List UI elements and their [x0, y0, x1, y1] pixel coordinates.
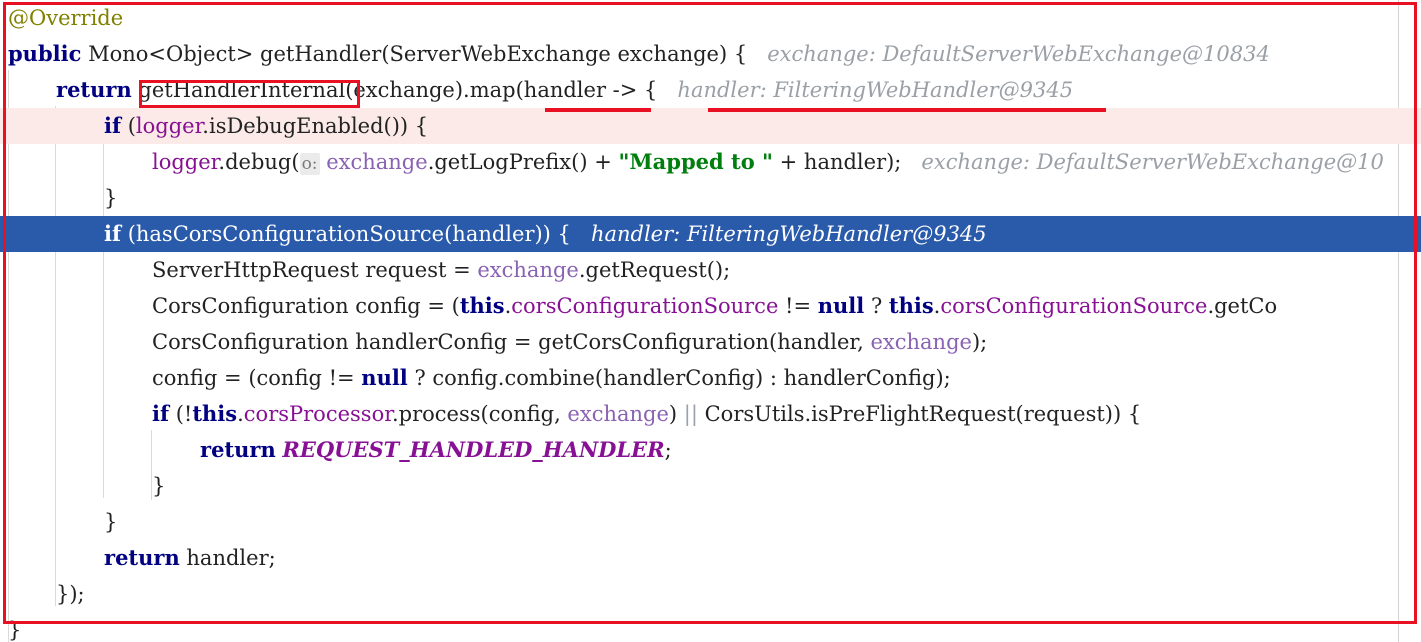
- token-plain: Mono<Object> getHandler(ServerWebExchang…: [81, 42, 748, 66]
- line-serverhttprequest[interactable]: ServerHttpRequest request = exchange.get…: [0, 252, 1421, 288]
- token-hint: handler: FilteringWebHandler@9345: [657, 78, 1074, 102]
- token-kw: null: [361, 365, 408, 390]
- token-hint: exchange: DefaultServerWebExchange@10: [901, 150, 1384, 174]
- token-plain: }: [152, 474, 166, 498]
- token-param: exchange: [567, 402, 669, 426]
- token-plain: getHandlerInternal(exchange).map(handler…: [131, 78, 658, 102]
- code-line-text: @Override: [0, 0, 123, 36]
- token-field: corsProcessor: [243, 402, 392, 426]
- token-plain: .isDebugEnabled()) {: [202, 114, 429, 138]
- token-param: exchange: [870, 330, 972, 354]
- line-corsconfiguration-handlerconfig[interactable]: CorsConfiguration handlerConfig = getCor…: [0, 324, 1421, 360]
- code-line-text: });: [0, 576, 85, 612]
- token-hint-green: handler: FilteringWebHandler@9345: [570, 222, 987, 246]
- line-if-corsprocessor[interactable]: if (!this.corsProcessor.process(config, …: [0, 396, 1421, 432]
- code-line-text: CorsConfiguration config = (this.corsCon…: [0, 288, 1277, 324]
- line-close-if-debug[interactable]: }: [0, 180, 1421, 216]
- token-kw: if: [152, 401, 170, 426]
- token-plain: ServerHttpRequest request =: [152, 258, 478, 282]
- code-line-text: return REQUEST_HANDLED_HANDLER;: [0, 432, 672, 468]
- token-field: logger: [135, 114, 203, 138]
- token-kw: this: [192, 401, 238, 426]
- token-opgray: ||: [683, 402, 698, 426]
- token-kw: return: [104, 545, 180, 570]
- token-plain: );: [971, 330, 988, 354]
- token-plain: .getLogPrefix() +: [427, 150, 619, 174]
- code-line-text: return handler;: [0, 540, 276, 576]
- line-method-signature[interactable]: public Mono<Object> getHandler(ServerWeb…: [0, 36, 1421, 72]
- token-field: corsConfigurationSource: [511, 294, 779, 318]
- token-kw: public: [8, 41, 82, 66]
- code-line-text: public Mono<Object> getHandler(ServerWeb…: [0, 36, 1270, 72]
- line-corsconfiguration-config[interactable]: CorsConfiguration config = (this.corsCon…: [0, 288, 1421, 324]
- token-plain: .: [237, 402, 244, 426]
- token-plain: });: [56, 582, 85, 606]
- token-plain: config = (config !=: [152, 366, 362, 390]
- token-plain: ): [668, 402, 684, 426]
- token-plain: (!: [169, 402, 193, 426]
- token-plain: }: [104, 510, 118, 534]
- code-line-text: return getHandlerInternal(exchange).map(…: [0, 72, 1073, 108]
- token-plain: ?: [864, 294, 889, 318]
- token-plain: .debug(: [218, 150, 300, 174]
- token-plain: }: [104, 186, 118, 210]
- code-editor[interactable]: @Override public Mono<Object> getHandler(…: [0, 0, 1421, 642]
- token-pname: o:: [299, 153, 320, 175]
- code-line-text: if (hasCorsConfigurationSource(handler))…: [0, 216, 987, 252]
- line-logger-debug[interactable]: logger.debug(o: exchange.getLogPrefix() …: [0, 144, 1421, 180]
- token-str: "Mapped to ": [618, 149, 773, 174]
- line-config-combine[interactable]: config = (config != null ? config.combin…: [0, 360, 1421, 396]
- line-close-if-corsprocessor[interactable]: }: [0, 468, 1421, 504]
- token-plain: .getRequest();: [578, 258, 731, 282]
- token-plain: ;: [664, 438, 672, 462]
- token-kw: this: [459, 293, 505, 318]
- token-kw: return: [56, 77, 132, 102]
- token-kw: if: [104, 221, 122, 246]
- token-plain: ? config.combine(handlerConfig) : handle…: [407, 366, 951, 390]
- code-line-text: if (logger.isDebugEnabled()) {: [0, 108, 428, 144]
- code-line-text: }: [0, 504, 117, 540]
- line-if-isdebugenabled[interactable]: if (logger.isDebugEnabled()) {: [0, 108, 1421, 144]
- token-param: exchange: [477, 258, 579, 282]
- line-close-if-hascors[interactable]: }: [0, 504, 1421, 540]
- token-plain: (hasCorsConfigurationSource(handler)) {: [121, 222, 571, 246]
- token-param: exchange: [319, 150, 428, 174]
- code-line-text: config = (config != null ? config.combin…: [0, 360, 951, 396]
- code-line-text: }: [0, 612, 21, 642]
- code-line-text: }: [0, 468, 165, 504]
- line-return-handler[interactable]: return handler;: [0, 540, 1421, 576]
- code-line-text: if (!this.corsProcessor.process(config, …: [0, 396, 1141, 432]
- token-field: logger: [152, 150, 219, 174]
- token-plain: CorsUtils.isPreFlightRequest(request)) {: [697, 402, 1142, 426]
- token-plain: CorsConfiguration handlerConfig = getCor…: [152, 330, 871, 354]
- line-if-hascorsconfigurationsource[interactable]: if (hasCorsConfigurationSource(handler))…: [0, 216, 1421, 252]
- line-close-method[interactable]: }: [0, 612, 1421, 642]
- line-override[interactable]: @Override: [0, 0, 1421, 36]
- token-hint: exchange: DefaultServerWebExchange@10834: [747, 42, 1270, 66]
- token-kw: null: [817, 293, 865, 318]
- code-line-text: CorsConfiguration handlerConfig = getCor…: [0, 324, 987, 360]
- token-plain: .process(config,: [391, 402, 568, 426]
- token-plain: CorsConfiguration config = (: [152, 294, 460, 318]
- token-plain: .getCo: [1207, 294, 1278, 318]
- token-anno: @Override: [8, 6, 124, 30]
- token-field: corsConfigurationSource: [940, 294, 1208, 318]
- token-kw: this: [888, 293, 934, 318]
- line-return-gethandlerinternal[interactable]: return getHandlerInternal(exchange).map(…: [0, 72, 1421, 108]
- code-lines-container[interactable]: @Override public Mono<Object> getHandler(…: [0, 0, 1421, 642]
- code-line-text: logger.debug(o: exchange.getLogPrefix() …: [0, 144, 1384, 182]
- token-plain: + handler);: [772, 150, 902, 174]
- code-line-text: }: [0, 180, 117, 216]
- line-return-request-handled-handler[interactable]: return REQUEST_HANDLED_HANDLER;: [0, 432, 1421, 468]
- token-kw: if: [104, 113, 122, 138]
- token-plain: (: [121, 114, 136, 138]
- token-plain: !=: [778, 294, 818, 318]
- token-plain: }: [8, 618, 22, 642]
- code-line-text: ServerHttpRequest request = exchange.get…: [0, 252, 730, 288]
- token-statfld: REQUEST_HANDLED_HANDLER: [282, 437, 665, 462]
- token-kw: return: [200, 437, 276, 462]
- token-plain: handler;: [179, 546, 276, 570]
- line-close-lambda[interactable]: });: [0, 576, 1421, 612]
